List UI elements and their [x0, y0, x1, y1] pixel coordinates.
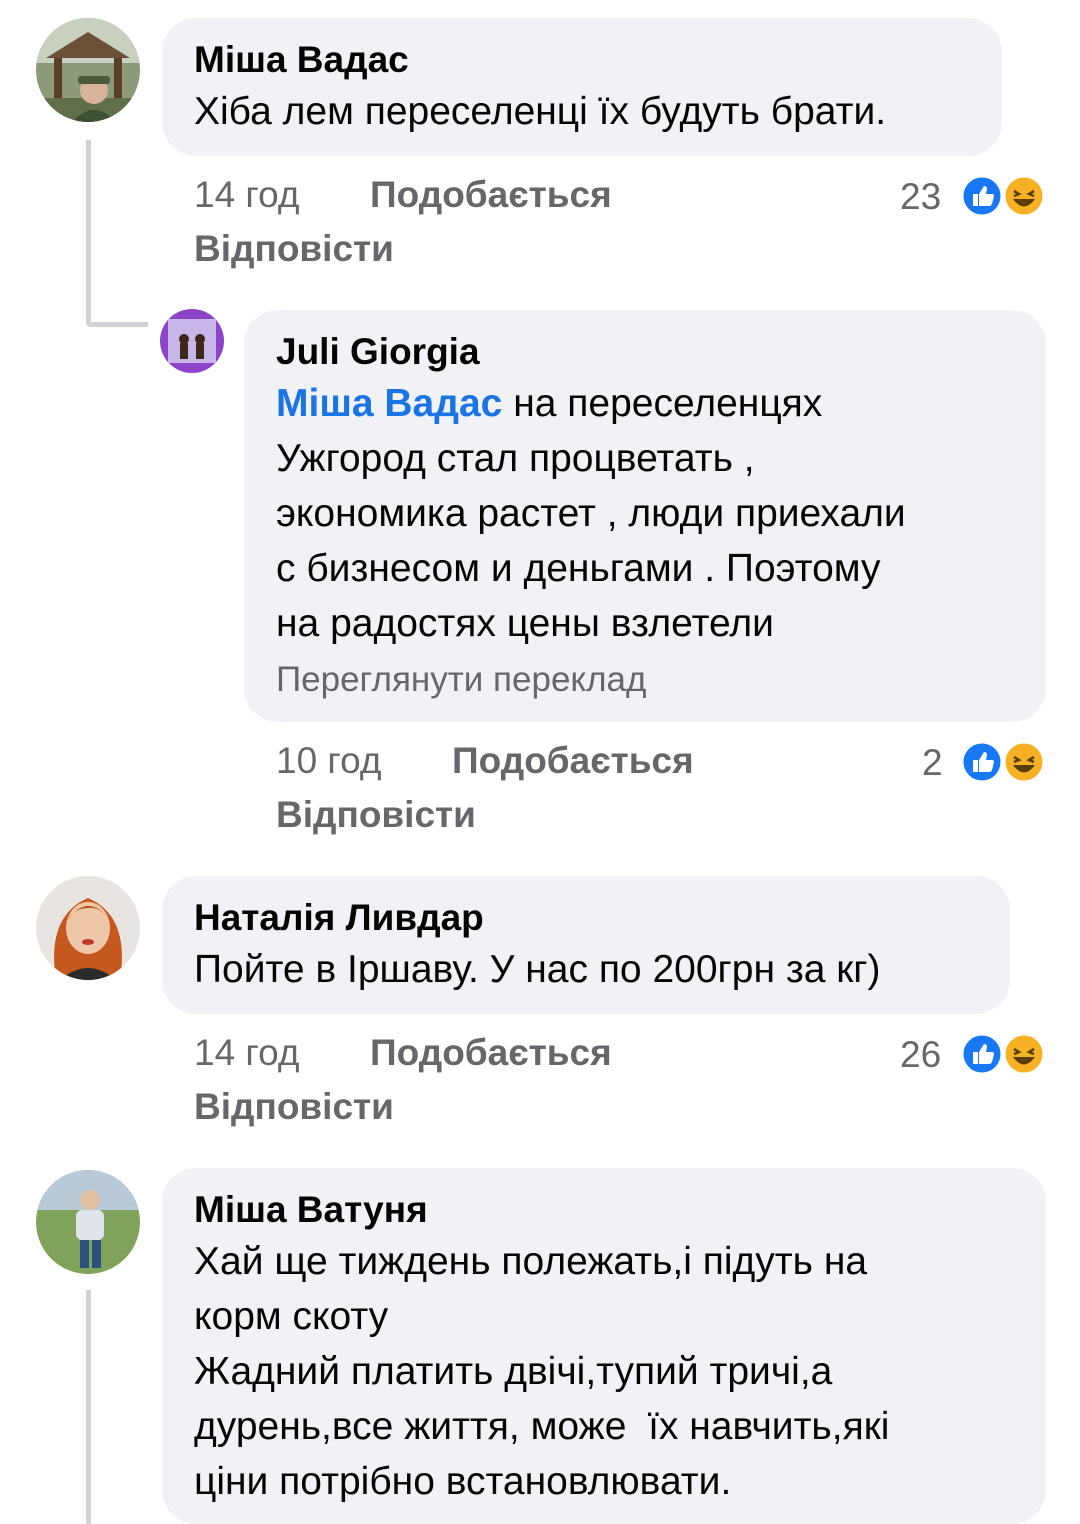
comment-bubble: Juli Giorgia Міша Вадас на переселенцях …: [244, 310, 1046, 722]
comment-author[interactable]: Міша Вадас: [194, 36, 970, 84]
comment-bubble: Міша Вадас Хіба лем переселенці їх будут…: [162, 18, 1002, 156]
comment-text: Хіба лем переселенці їх будуть брати.: [194, 90, 887, 133]
comment-line: с бизнесом и деньгами . Поэтому: [276, 547, 881, 590]
comment-actions: 14 год Подобається Відповісти 23: [194, 174, 1054, 274]
comment-author[interactable]: Міша Ватуня: [194, 1186, 1014, 1234]
comment-author[interactable]: Juli Giorgia: [276, 328, 1014, 376]
reaction-count: 23: [900, 176, 942, 217]
comment-line: корм скоту: [194, 1295, 389, 1338]
comment-time[interactable]: 10 год: [276, 740, 381, 782]
comment-text: Хай ще тиждень полежать,і підуть на корм…: [194, 1234, 1014, 1509]
reply-button[interactable]: Відповісти: [194, 1086, 394, 1128]
comment-actions: 14 год Подобається Відповісти 26: [194, 1032, 1054, 1132]
comment-bubble: Наталія Ливдар Пойте в Іршаву. У нас по …: [162, 876, 1010, 1014]
like-button[interactable]: Подобається: [370, 174, 612, 216]
haha-reaction-icon: [1002, 740, 1046, 784]
avatar[interactable]: [160, 309, 224, 373]
comment-line: Ужгород стал процветать ,: [276, 437, 755, 480]
like-reaction-icon: [960, 1032, 1004, 1076]
see-translation-link[interactable]: Переглянути переклад: [276, 655, 1014, 705]
like-button[interactable]: Подобається: [370, 1032, 612, 1074]
avatar[interactable]: [36, 1170, 140, 1274]
reply-button[interactable]: Відповісти: [194, 228, 394, 270]
comment-line: дурень,все життя, може їх навчить,які: [194, 1405, 890, 1448]
mention-link[interactable]: Міша Вадас: [276, 382, 502, 425]
comment-actions: 10 год Подобається Відповісти 2: [276, 740, 1056, 840]
like-button[interactable]: Подобається: [452, 740, 694, 782]
comment-line: экономика растет , люди приехали: [276, 492, 906, 535]
reply-button[interactable]: Відповісти: [276, 794, 476, 836]
avatar[interactable]: [36, 18, 140, 122]
comment-text: Пойте в Іршаву. У нас по 200грн за кг): [194, 948, 881, 991]
reaction-count: 2: [922, 742, 943, 783]
reaction-summary[interactable]: 26: [900, 1032, 960, 1080]
comment-time[interactable]: 14 год: [194, 1032, 299, 1074]
comment-author[interactable]: Наталія Ливдар: [194, 894, 978, 942]
comment-time[interactable]: 14 год: [194, 174, 299, 216]
haha-reaction-icon: [1002, 1032, 1046, 1076]
avatar[interactable]: [36, 876, 140, 980]
comment-line: Хай ще тиждень полежать,і підуть на: [194, 1240, 868, 1283]
thread-line: [86, 1290, 91, 1524]
reaction-count: 26: [900, 1034, 942, 1075]
comment-bubble: Міша Ватуня Хай ще тиждень полежать,і пі…: [162, 1168, 1046, 1524]
comment-text: Міша Вадас на переселенцях Ужгород стал …: [276, 376, 1014, 651]
like-reaction-icon: [960, 740, 1004, 784]
thread-line: [86, 140, 91, 325]
like-reaction-icon: [960, 174, 1004, 218]
thread-branch: [86, 322, 148, 327]
comment-line: Міша Вадас на переселенцях: [276, 382, 823, 425]
comment-line: Жадний платить двічі,тупий тричі,а: [194, 1350, 833, 1393]
comment-line: на радостях цены взлетели: [276, 602, 774, 645]
haha-reaction-icon: [1002, 174, 1046, 218]
comment-line: ціни потрібно встановлювати.: [194, 1460, 732, 1503]
